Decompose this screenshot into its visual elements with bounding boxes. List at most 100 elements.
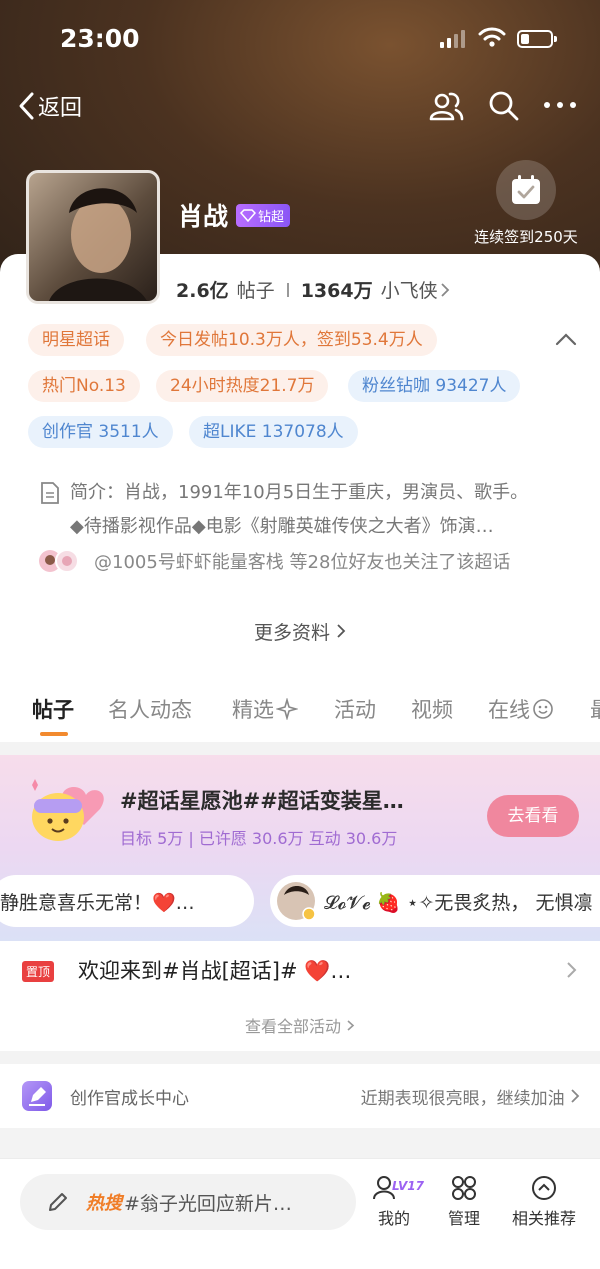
tab-videos[interactable]: 视频 [411, 694, 453, 724]
banner-go-button[interactable]: 去看看 [487, 795, 579, 837]
grid-icon [452, 1176, 476, 1200]
info-card: 2.6亿 帖子 1364万 小飞侠 明星超话 今日发帖10.3万人，签到53.4… [0, 254, 600, 742]
tag-creators[interactable]: 创作官 3511人 [28, 416, 173, 448]
nav-manage-label: 管理 [447, 1209, 480, 1228]
campaign-banner[interactable]: #超话星愿池##超话变装星… 目标 5万 | 已许愿 30.6万 互动 30.6… [0, 755, 600, 941]
badge-label: 钻超 [258, 209, 285, 225]
diamond-badge[interactable]: 钻超 [236, 203, 291, 227]
chevron-right-icon[interactable] [566, 961, 578, 979]
chevron-up-circle-icon [532, 1176, 556, 1200]
creator-growth-row[interactable]: 创作官成长中心 近期表现很亮眼，继续加油 [0, 1064, 600, 1128]
chevron-right-icon [440, 282, 449, 297]
checkin-button[interactable] [496, 160, 556, 220]
active-tab-indicator [40, 732, 68, 736]
profile-name-row: 肖战 钻超 [178, 197, 291, 233]
friends-text: @1005号虾虾能量客栈 等28位好友也关注了该超话 [94, 552, 511, 573]
tab-activities[interactable]: 活动 [334, 694, 376, 724]
sparkle-icon [275, 697, 299, 721]
more-options-icon[interactable] [543, 100, 579, 110]
avatar-portrait [49, 188, 147, 301]
marquee-text: 静胜意喜乐无常！❤️… [0, 891, 195, 914]
banner-title: #超话星愿池##超话变装星… [120, 789, 404, 813]
fans-label[interactable]: 小飞侠 [381, 276, 438, 303]
pinned-tag: 置顶 [22, 961, 55, 982]
chevron-left-icon [19, 92, 34, 120]
pen-icon [22, 1081, 52, 1111]
back-button[interactable]: 返回 [16, 90, 82, 122]
marquee-text: 𝓛𝓸𝓥𝓮 🍓 ⋆✧无畏炙热， 无惧凛 [324, 891, 593, 914]
tab-featured[interactable]: 精选 [232, 694, 299, 724]
tab-posts[interactable]: 帖子 [32, 694, 74, 724]
pinned-post-section: 置顶 欢迎来到#肖战[超话]# ❤️… 查看全部活动 [0, 941, 600, 1051]
nav-related-label: 相关推荐 [511, 1209, 576, 1228]
document-icon [41, 482, 59, 504]
checkin-streak-label: 连续签到250天 [474, 228, 578, 246]
growth-center-hint: 近期表现很亮眼，继续加油 [361, 1084, 580, 1109]
pinned-post-title[interactable]: 欢迎来到#肖战[超话]# ❤️… [78, 955, 351, 985]
tab-online[interactable]: 在线 [488, 694, 554, 724]
stats-row: 2.6亿 帖子 1364万 小飞侠 [176, 276, 450, 303]
nav-manage[interactable]: 管理 [424, 1175, 504, 1229]
level-badge: LV17 [392, 1179, 424, 1193]
posts-count: 2.6亿 [176, 280, 229, 302]
growth-center-label: 创作官成长中心 [70, 1089, 189, 1109]
nav-my-label: 我的 [377, 1209, 410, 1228]
banner-subtitle: 目标 5万 | 已许愿 30.6万 互动 30.6万 [120, 829, 398, 848]
tab-online-label: 在线 [488, 698, 530, 722]
friend-avatars-icon [39, 549, 79, 573]
collapse-chevron-up-icon[interactable] [555, 332, 577, 346]
diamond-icon [240, 208, 257, 222]
more-info-label: 更多资料 [253, 622, 330, 644]
posts-label: 帖子 [236, 280, 275, 302]
hot-search-tag: 热搜 [86, 1193, 122, 1214]
chevron-right-icon [571, 1089, 580, 1103]
status-bar: 23:00 [0, 22, 600, 58]
chevron-right-icon [337, 624, 346, 638]
friends-following-row[interactable]: @1005号虾虾能量客栈 等28位好友也关注了该超话 [38, 548, 510, 574]
search-icon[interactable] [488, 90, 520, 122]
nav-my[interactable]: LV17 我的 [354, 1175, 434, 1229]
stats-divider [286, 282, 289, 297]
tab-more[interactable]: 最 [590, 694, 600, 724]
status-time: 23:00 [60, 24, 140, 53]
profile-name: 肖战 [178, 202, 229, 231]
smiley-icon [533, 699, 553, 719]
nav-bar: 返回 [0, 86, 600, 130]
user-avatar [277, 882, 316, 921]
battery-cap [554, 36, 557, 42]
see-all-activities-link[interactable]: 查看全部活动 [0, 1013, 600, 1037]
wish-mascot-icon [32, 779, 104, 841]
back-label: 返回 [38, 96, 83, 121]
marquee-item[interactable]: 𝓛𝓸𝓥𝓮 🍓 ⋆✧无畏炙热， 无惧凛 [270, 875, 600, 927]
profile-avatar[interactable] [26, 170, 160, 304]
intro-block: 简介：肖战，1991年10月5日生于重庆，男演员、歌手。 ◆待播影视作品◆电影《… [40, 476, 580, 544]
cellular-signal-icon [440, 30, 465, 48]
battery-icon [517, 30, 557, 48]
tag-24h-heat[interactable]: 24小时热度21.7万 [156, 370, 329, 402]
compose-search-pill[interactable]: 热搜 #翁子光回应新片… [20, 1174, 356, 1230]
content-tabs: 帖子 名人动态 精选 活动 视频 在线 最 [0, 694, 600, 742]
growth-hint-text: 近期表现很亮眼，继续加油 [360, 1089, 565, 1109]
nav-related[interactable]: 相关推荐 [504, 1175, 584, 1229]
intro-line-1: 简介：肖战，1991年10月5日生于重庆，男演员、歌手。 [70, 482, 529, 503]
see-all-label: 查看全部活动 [244, 1017, 341, 1036]
wifi-icon [478, 27, 506, 47]
tab-featured-label: 精选 [232, 698, 274, 722]
intro-line-2: ◆待播影视作品◆电影《射雕英雄传侠之大者》饰演… [70, 516, 494, 537]
more-info-link[interactable]: 更多资料 [0, 618, 600, 645]
tag-hot-rank[interactable]: 热门No.13 [28, 370, 140, 402]
tag-category[interactable]: 明星超话 [28, 324, 124, 356]
tab-celebrity-updates[interactable]: 名人动态 [108, 694, 192, 724]
battery-level [521, 34, 529, 44]
calendar-check-icon [512, 175, 540, 204]
edit-icon [49, 1193, 67, 1211]
tag-super-like[interactable]: 超LIKE 137078人 [189, 416, 358, 448]
hot-search-text: #翁子光回应新片… [124, 1192, 292, 1215]
marquee-item[interactable]: 静胜意喜乐无常！❤️… [0, 875, 254, 927]
chevron-right-icon [347, 1020, 355, 1031]
tag-fan-diamond[interactable]: 粉丝钻咖 93427人 [348, 370, 521, 402]
fans-count: 1364万 [300, 280, 373, 302]
bottom-bar: 热搜 #翁子光回应新片… LV17 我的 管理 相关推荐 [0, 1158, 600, 1269]
group-members-icon[interactable] [428, 90, 464, 122]
tag-daily-stats[interactable]: 今日发帖10.3万人，签到53.4万人 [146, 324, 437, 356]
